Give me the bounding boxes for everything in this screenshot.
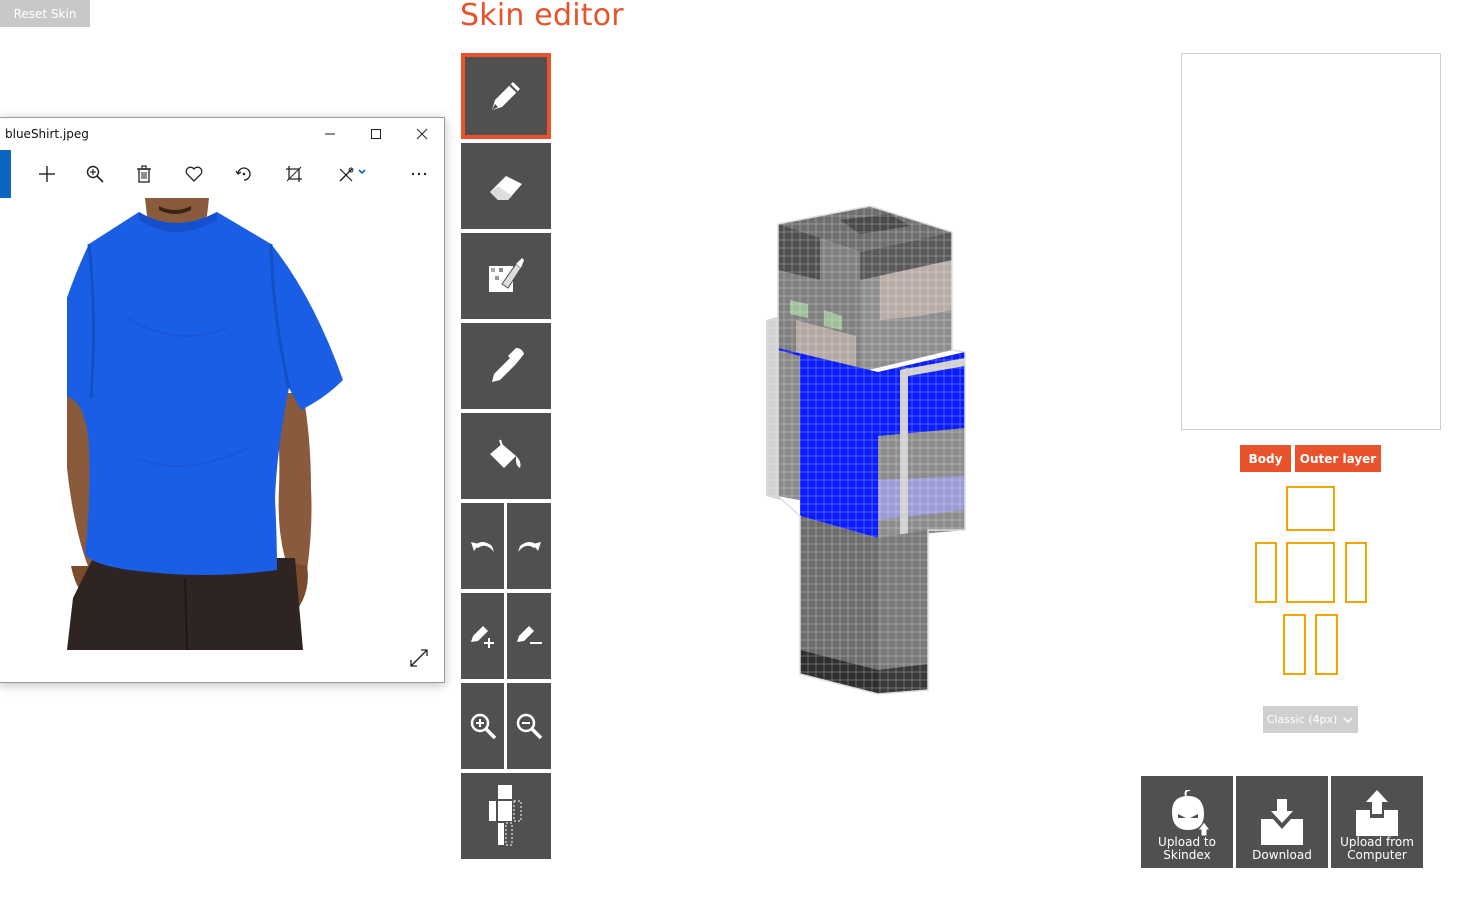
- lighten-button[interactable]: [461, 593, 504, 679]
- redo-button[interactable]: [507, 503, 551, 589]
- part-torso[interactable]: [1286, 542, 1335, 603]
- part-right-leg[interactable]: [1283, 614, 1306, 675]
- darken-brush-icon: [517, 626, 542, 644]
- skin-3d-preview[interactable]: [760, 200, 980, 712]
- part-left-arm[interactable]: [1345, 542, 1367, 603]
- part-right-arm[interactable]: [1255, 542, 1277, 603]
- pencil-tool[interactable]: [461, 53, 551, 139]
- minimize-icon[interactable]: [307, 118, 353, 150]
- page-title: Skin editor: [460, 0, 624, 33]
- eyedropper-icon: [492, 348, 524, 382]
- zoom-icon[interactable]: [77, 156, 113, 192]
- rotate-icon[interactable]: [226, 156, 262, 192]
- upload-skindex-label: Upload to Skindex: [1158, 835, 1216, 862]
- undo-icon: [470, 542, 494, 552]
- model-select-value: Classic (4px): [1266, 713, 1338, 726]
- shirt-photo: [44, 198, 347, 651]
- crop-icon[interactable]: [276, 156, 312, 192]
- upload-skindex-button[interactable]: Upload to Skindex: [1141, 776, 1233, 868]
- part-left-leg[interactable]: [1315, 614, 1338, 675]
- chevron-down-icon: [1343, 716, 1353, 723]
- part-head[interactable]: [1286, 486, 1335, 531]
- reset-skin-button[interactable]: Reset Skin: [0, 0, 90, 27]
- model-select[interactable]: Classic (4px): [1263, 706, 1358, 733]
- edit-icon[interactable]: [335, 156, 371, 192]
- lighten-brush-icon: [470, 626, 494, 648]
- darken-button[interactable]: [507, 593, 551, 679]
- download-icon: [1261, 799, 1303, 845]
- upload-computer-button[interactable]: Upload from Computer: [1331, 776, 1423, 868]
- download-button[interactable]: Download: [1236, 776, 1328, 868]
- body-parts-toggle[interactable]: [461, 773, 551, 859]
- eraser-tool[interactable]: [461, 143, 551, 229]
- photo-viewer-window[interactable]: blueShirt.jpeg: [0, 117, 445, 683]
- more-icon[interactable]: [401, 156, 437, 192]
- upload-computer-label: Upload from Computer: [1340, 835, 1414, 862]
- redo-icon: [518, 542, 541, 552]
- pencil-icon: [492, 82, 520, 110]
- zoom-in-button[interactable]: [461, 683, 504, 769]
- zoom-out-icon: [516, 713, 543, 740]
- maximize-icon[interactable]: [353, 118, 399, 150]
- fill-bucket-tool[interactable]: [461, 413, 551, 499]
- zoom-in-icon: [470, 713, 496, 740]
- upload-icon: [1356, 790, 1398, 836]
- skindex-upload-icon: [1172, 790, 1211, 836]
- viewer-titlebar[interactable]: blueShirt.jpeg: [0, 118, 444, 150]
- noise-brush-tool[interactable]: [461, 233, 551, 319]
- body-layer-button[interactable]: Body: [1240, 445, 1291, 472]
- download-label: Download: [1252, 848, 1312, 862]
- zoom-out-button[interactable]: [507, 683, 551, 769]
- viewer-toolbar: [0, 150, 444, 198]
- close-icon[interactable]: [399, 118, 444, 150]
- expand-icon[interactable]: [409, 648, 429, 673]
- viewer-title: blueShirt.jpeg: [5, 127, 89, 141]
- add-icon[interactable]: [29, 156, 65, 192]
- paint-bucket-icon: [490, 439, 521, 468]
- outer-layer-button[interactable]: Outer layer: [1295, 445, 1381, 472]
- favorite-icon[interactable]: [176, 156, 212, 192]
- delete-icon[interactable]: [126, 156, 162, 192]
- color-picker-tool[interactable]: [461, 323, 551, 409]
- eraser-icon: [490, 176, 522, 200]
- skin-preview-box: [1181, 53, 1441, 430]
- undo-button[interactable]: [461, 503, 504, 589]
- body-parts-icon: [489, 785, 522, 846]
- noise-brush-icon: [489, 258, 524, 292]
